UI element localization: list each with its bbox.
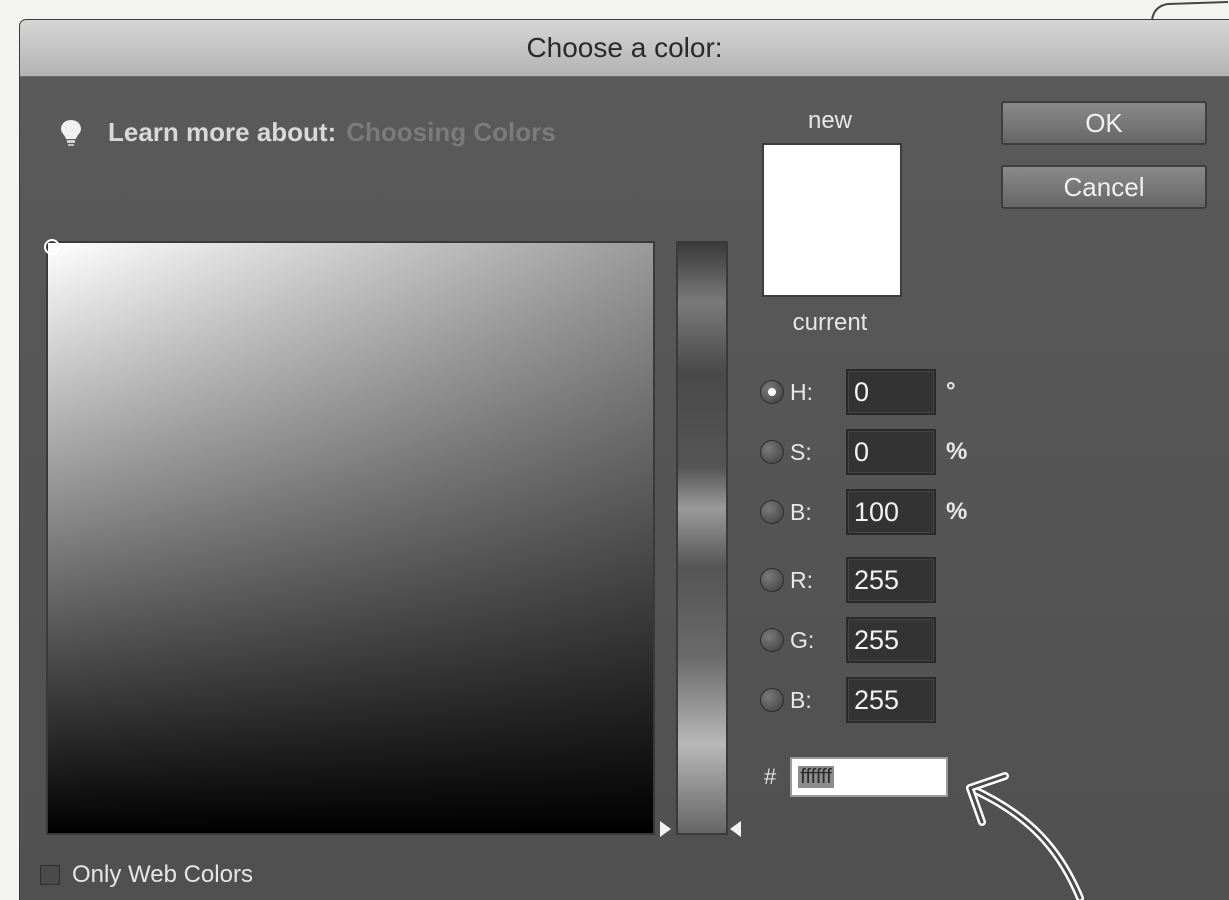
brightness-label: B: <box>790 498 812 525</box>
hex-symbol: # <box>764 764 777 789</box>
learn-more-row: Learn more about: Choosing Colors <box>60 117 556 148</box>
saturation-radio[interactable] <box>760 440 784 464</box>
web-colors-row: Only Web Colors <box>40 861 253 889</box>
saturation-label: S: <box>790 438 812 465</box>
green-input[interactable]: 255 <box>846 617 936 663</box>
slider-handle-left[interactable] <box>660 821 671 837</box>
hex-row: # ffffff <box>764 757 949 797</box>
color-preview-swatch <box>762 143 902 297</box>
dialog-title: Choose a color: <box>526 32 723 63</box>
red-label: R: <box>790 566 813 593</box>
hand-drawn-arrow-icon <box>966 772 1084 900</box>
brightness-unit: % <box>946 498 968 525</box>
hue-row: H: 0 ° <box>760 369 956 415</box>
brightness-input[interactable]: 100 <box>846 489 936 535</box>
current-color-label: current <box>792 309 868 336</box>
brightness-row: B: 100 % <box>760 489 967 535</box>
hue-input[interactable]: 0 <box>846 369 936 415</box>
green-label: G: <box>790 626 815 653</box>
blue-row: B: 255 <box>760 677 936 723</box>
saturation-row: S: 0 % <box>760 429 967 475</box>
hue-label: H: <box>790 378 813 405</box>
cancel-button[interactable]: Cancel <box>1001 165 1207 209</box>
color-field-marker[interactable] <box>44 239 60 255</box>
learn-more-link[interactable]: Choosing Colors <box>346 117 555 148</box>
hex-value: ffffff <box>798 766 834 788</box>
saturation-brightness-field[interactable] <box>44 239 655 835</box>
brightness-radio[interactable] <box>760 500 784 524</box>
hue-unit: ° <box>946 378 956 405</box>
web-colors-label: Only Web Colors <box>72 861 253 888</box>
green-row: G: 255 <box>760 617 936 663</box>
corner-doodle <box>1151 1 1229 21</box>
slider-handle-right[interactable] <box>730 821 741 837</box>
red-input[interactable]: 255 <box>846 557 936 603</box>
green-radio[interactable] <box>760 628 784 652</box>
saturation-unit: % <box>946 438 968 465</box>
hex-input[interactable]: ffffff <box>790 757 949 797</box>
ok-button[interactable]: OK <box>1001 101 1207 145</box>
blue-radio[interactable] <box>760 688 784 712</box>
lightbulb-icon <box>61 119 81 146</box>
blue-input[interactable]: 255 <box>846 677 936 723</box>
hue-radio[interactable] <box>760 380 784 404</box>
web-colors-checkbox[interactable] <box>40 865 60 885</box>
new-color-label: new <box>807 107 853 134</box>
hue-slider[interactable] <box>676 241 728 835</box>
red-row: R: 255 <box>760 557 936 603</box>
red-radio[interactable] <box>760 568 784 592</box>
learn-more-label: Learn more about: <box>108 117 337 147</box>
dialog-titlebar: Choose a color: <box>20 20 1229 77</box>
saturation-input[interactable]: 0 <box>846 429 936 475</box>
blue-label: B: <box>790 686 812 713</box>
